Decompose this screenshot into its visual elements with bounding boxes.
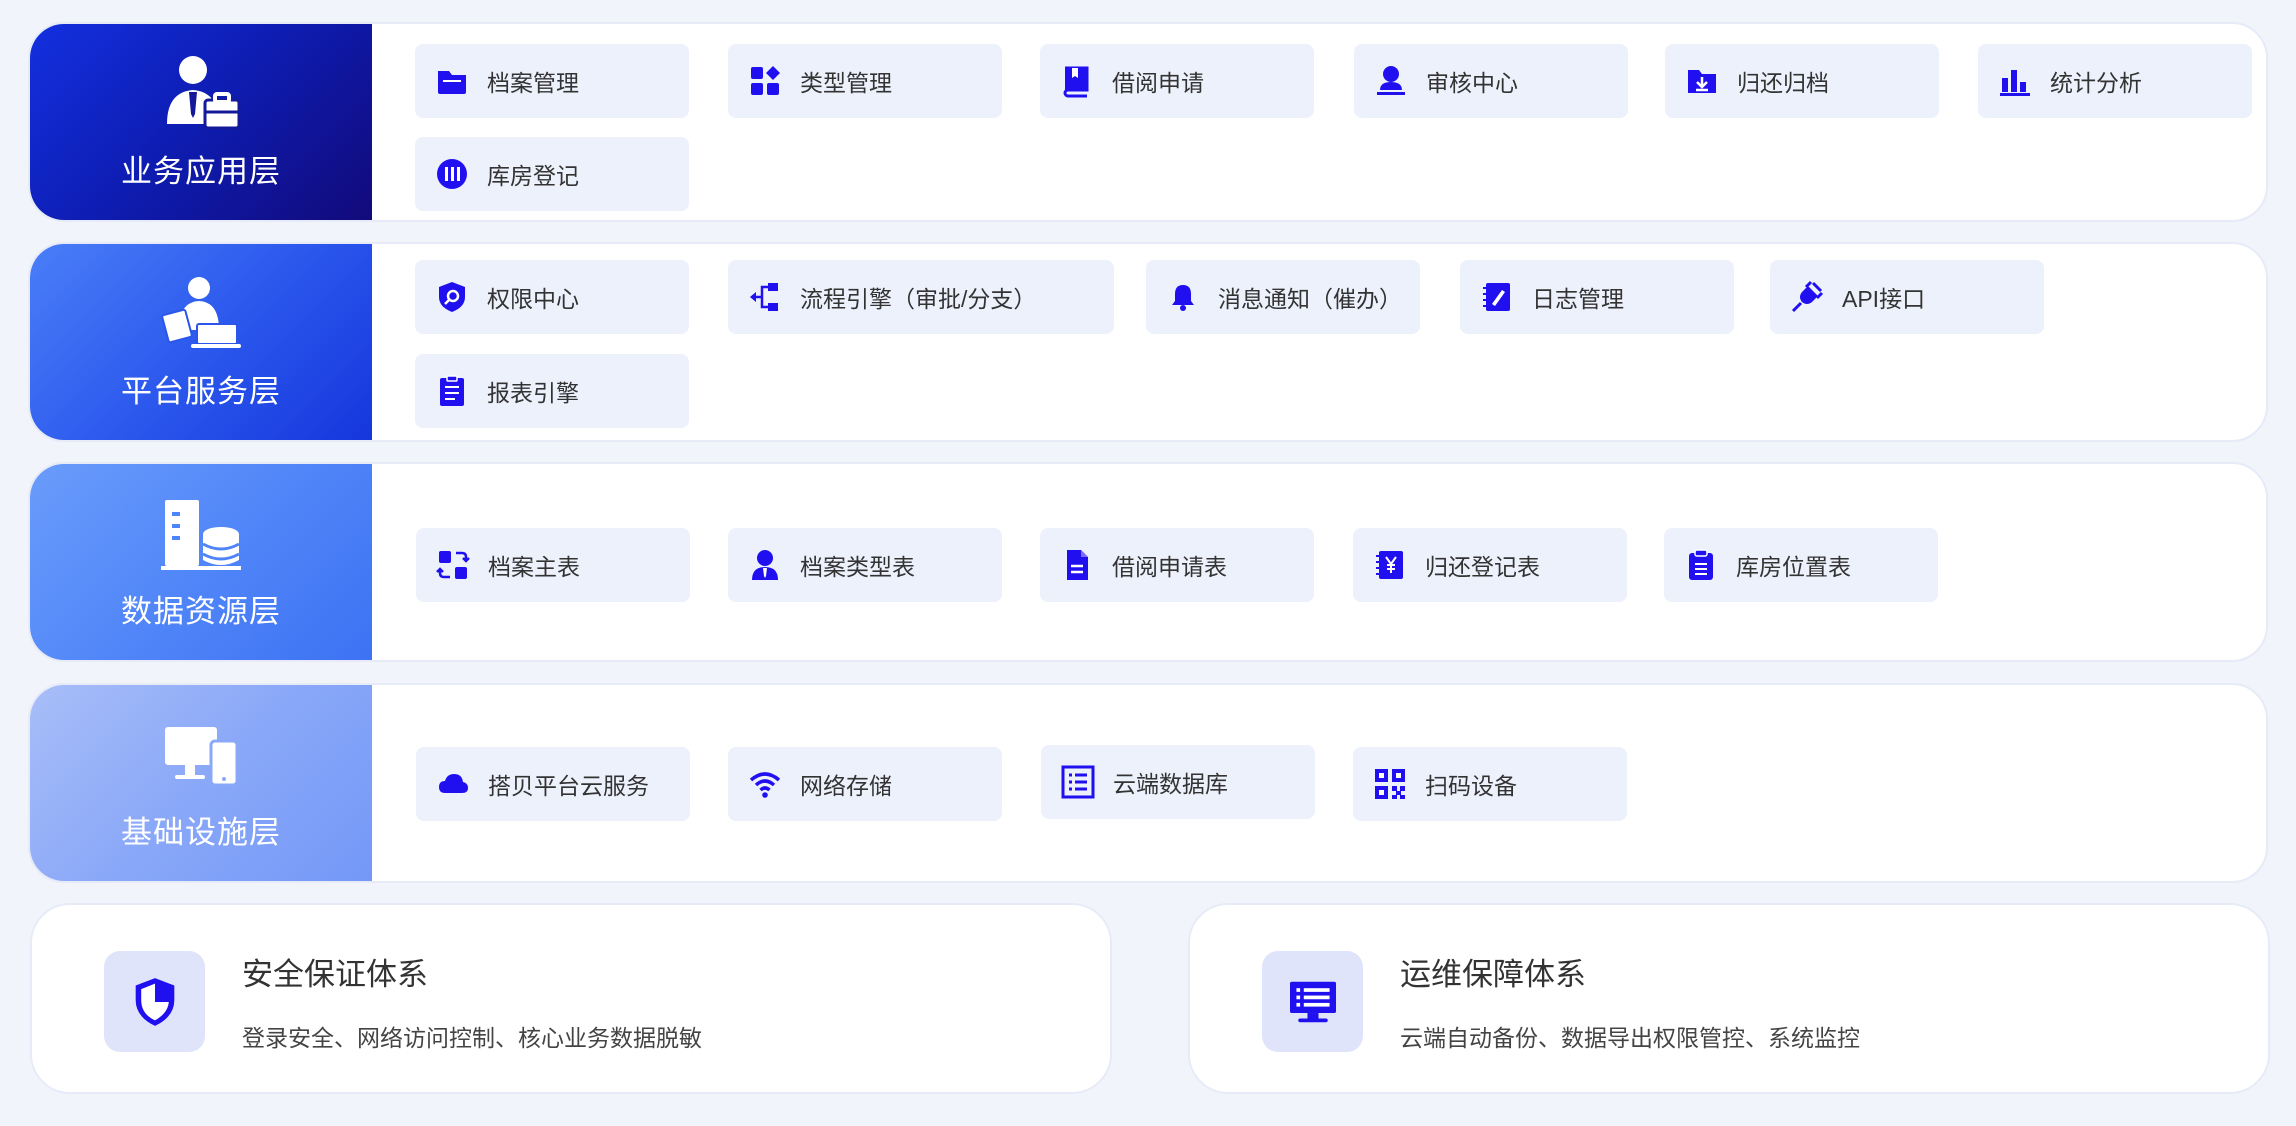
layer-side-panel: 平台服务层 — [30, 244, 372, 440]
flow-branch-icon — [748, 280, 782, 314]
chip-label: 网络存储 — [800, 773, 892, 799]
chip-label: 搭贝平台云服务 — [488, 773, 649, 799]
chip-label: 借阅申请表 — [1112, 554, 1227, 580]
chip-label: 档案主表 — [488, 554, 580, 580]
building-database-icon — [159, 494, 243, 572]
chip-cloud-service[interactable]: 搭贝平台云服务 — [416, 747, 690, 821]
chip-review-center[interactable]: 审核中心 — [1354, 44, 1628, 118]
yen-ledger-icon — [1373, 548, 1407, 582]
cloud-icon — [436, 767, 470, 801]
chip-label: 日志管理 — [1532, 286, 1624, 312]
card-description: 云端自动备份、数据导出权限管控、系统监控 — [1400, 1025, 1860, 1051]
chip-message-notification[interactable]: 消息通知（催办） — [1146, 260, 1420, 334]
chip-label: 归还归档 — [1737, 70, 1829, 96]
swap-arrows-icon — [436, 548, 470, 582]
chip-return-archive[interactable]: 归还归档 — [1665, 44, 1939, 118]
reviewer-person-icon — [1374, 64, 1408, 98]
card-title: 安全保证体系 — [242, 957, 428, 992]
chip-label: 审核中心 — [1426, 70, 1518, 96]
layer-title: 业务应用层 — [121, 153, 281, 189]
chip-warehouse-location-table[interactable]: 库房位置表 — [1664, 528, 1938, 602]
businessman-briefcase-icon — [159, 54, 243, 132]
chip-statistics[interactable]: 统计分析 — [1978, 44, 2252, 118]
bar-chart-icon — [1998, 64, 2032, 98]
card-title: 运维保障体系 — [1400, 957, 1586, 992]
chip-report-engine[interactable]: 报表引擎 — [415, 354, 689, 428]
chip-cloud-database[interactable]: 云端数据库 — [1041, 745, 1315, 819]
layer-business-application: 业务应用层 档案管理 类型管理 借阅申请 审核中心 归还归档 统计分析 库房登记 — [28, 22, 2268, 222]
chip-label: 扫码设备 — [1425, 773, 1517, 799]
chip-return-register-table[interactable]: 归还登记表 — [1353, 528, 1627, 602]
chip-label: 统计分析 — [2050, 70, 2142, 96]
chip-label: 档案管理 — [487, 70, 579, 96]
chip-label: 权限中心 — [487, 286, 579, 312]
chip-api-interface[interactable]: API接口 — [1770, 260, 2044, 334]
chip-archive-main-table[interactable]: 档案主表 — [416, 528, 690, 602]
chip-label: 流程引擎（审批/分支） — [800, 286, 1037, 312]
chip-label: 云端数据库 — [1113, 771, 1228, 797]
chip-label: 消息通知（催办） — [1218, 286, 1402, 312]
chip-borrow-application-table[interactable]: 借阅申请表 — [1040, 528, 1314, 602]
layer-title: 平台服务层 — [121, 373, 281, 409]
chip-label: 借阅申请 — [1112, 70, 1204, 96]
chip-label: 库房位置表 — [1736, 554, 1851, 580]
layer-side-panel: 数据资源层 — [30, 464, 372, 660]
operations-system-card: 运维保障体系 云端自动备份、数据导出权限管控、系统监控 — [1188, 903, 2270, 1094]
category-grid-icon — [748, 64, 782, 98]
chip-warehouse-register[interactable]: 库房登记 — [415, 137, 689, 211]
desktop-phone-icon — [159, 715, 243, 793]
layer-side-panel: 业务应用层 — [30, 24, 372, 220]
notebook-icon — [1480, 280, 1514, 314]
clipboard-icon — [1684, 548, 1718, 582]
chip-label: 类型管理 — [800, 70, 892, 96]
chip-workflow-engine[interactable]: 流程引擎（审批/分支） — [728, 260, 1114, 334]
archive-download-icon — [1685, 64, 1719, 98]
card-description: 登录安全、网络访问控制、核心业务数据脱敏 — [242, 1025, 702, 1051]
chip-borrow-application[interactable]: 借阅申请 — [1040, 44, 1314, 118]
layer-title: 基础设施层 — [121, 814, 281, 850]
security-system-card: 安全保证体系 登录安全、网络访问控制、核心业务数据脱敏 — [30, 903, 1112, 1094]
chip-archive-management[interactable]: 档案管理 — [415, 44, 689, 118]
chip-label: 库房登记 — [487, 163, 579, 189]
person-laptop-icon — [159, 274, 243, 352]
chip-label: API接口 — [1842, 286, 1926, 312]
chip-permission-center[interactable]: 权限中心 — [415, 260, 689, 334]
user-tie-icon — [748, 548, 782, 582]
shield-search-icon — [435, 280, 469, 314]
folder-icon — [435, 64, 469, 98]
chip-archive-type-table[interactable]: 档案类型表 — [728, 528, 1002, 602]
warehouse-circle-icon — [435, 157, 469, 191]
chip-label: 档案类型表 — [800, 554, 915, 580]
wifi-icon — [748, 767, 782, 801]
layer-infrastructure: 基础设施层 搭贝平台云服务 网络存储 云端数据库 扫码设备 — [28, 683, 2268, 883]
plug-icon — [1790, 280, 1824, 314]
bell-icon — [1166, 280, 1200, 314]
clipboard-list-icon — [435, 374, 469, 408]
chip-type-management[interactable]: 类型管理 — [728, 44, 1002, 118]
list-box-icon — [1061, 765, 1095, 799]
book-icon — [1060, 64, 1094, 98]
chip-label: 报表引擎 — [487, 380, 579, 406]
security-shield-icon — [104, 951, 205, 1052]
chip-scanning-device[interactable]: 扫码设备 — [1353, 747, 1627, 821]
qr-code-icon — [1373, 767, 1407, 801]
chip-label: 归还登记表 — [1425, 554, 1540, 580]
layer-title: 数据资源层 — [121, 593, 281, 629]
chip-log-management[interactable]: 日志管理 — [1460, 260, 1734, 334]
monitor-list-icon — [1262, 951, 1363, 1052]
layer-side-panel: 基础设施层 — [30, 685, 372, 881]
layer-data-resource: 数据资源层 档案主表 档案类型表 借阅申请表 归还登记表 库房位置表 — [28, 462, 2268, 662]
document-icon — [1060, 548, 1094, 582]
layer-platform-service: 平台服务层 权限中心 流程引擎（审批/分支） 消息通知（催办） 日志管理 API… — [28, 242, 2268, 442]
chip-network-storage[interactable]: 网络存储 — [728, 747, 1002, 821]
